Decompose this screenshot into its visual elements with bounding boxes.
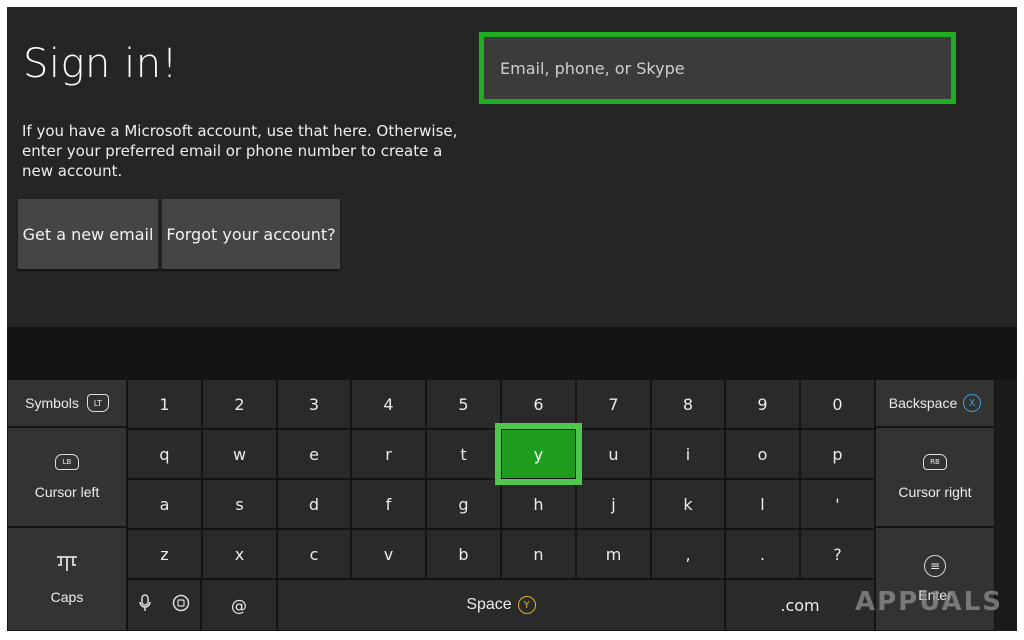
get-new-email-button[interactable]: Get a new email	[18, 199, 158, 269]
cursor-right-label: Cursor right	[898, 484, 972, 500]
symbols-label: Symbols	[25, 395, 79, 411]
key-0-2[interactable]: 3	[277, 379, 351, 429]
key-2-5[interactable]: h	[501, 479, 576, 529]
dotcom-key[interactable]: .com	[725, 579, 875, 631]
key-0-4[interactable]: 5	[426, 379, 501, 429]
email-field-frame	[479, 32, 956, 104]
forgot-account-button[interactable]: Forgot your account?	[162, 199, 340, 269]
key-3-8[interactable]: .	[725, 529, 800, 579]
key-3-4[interactable]: b	[426, 529, 501, 579]
watermark-logo: APPUALS	[855, 587, 1003, 617]
key-3-5[interactable]: n	[501, 529, 576, 579]
key-2-3[interactable]: f	[351, 479, 426, 529]
key-1-7[interactable]: i	[651, 429, 725, 479]
backspace-label: Backspace	[888, 395, 958, 411]
microphone-icon	[138, 594, 151, 616]
space-key[interactable]: Space Y	[277, 579, 725, 631]
key-2-8[interactable]: l	[725, 479, 800, 529]
key-1-2[interactable]: e	[277, 429, 351, 479]
left-bumper-icon: LB	[55, 454, 79, 470]
key-2-6[interactable]: j	[576, 479, 651, 529]
key-3-1[interactable]: x	[202, 529, 277, 579]
key-0-0[interactable]: 1	[127, 379, 202, 429]
key-1-5[interactable]: y	[495, 423, 582, 485]
key-2-4[interactable]: g	[426, 479, 501, 529]
key-2-9[interactable]: '	[800, 479, 875, 529]
backspace-key[interactable]: Backspace X	[875, 379, 995, 427]
key-1-8[interactable]: o	[725, 429, 800, 479]
emoji-icon	[172, 594, 190, 616]
key-1-6[interactable]: u	[576, 429, 651, 479]
menu-button-icon: ≡	[924, 555, 946, 577]
key-2-1[interactable]: s	[202, 479, 277, 529]
cursor-left-label: Cursor left	[34, 484, 100, 500]
email-field[interactable]	[484, 37, 951, 99]
key-2-0[interactable]: a	[127, 479, 202, 529]
cursor-left-key[interactable]: LB Cursor left	[7, 427, 127, 527]
key-1-1[interactable]: w	[202, 429, 277, 479]
key-0-5[interactable]: 6	[501, 379, 576, 429]
key-0-3[interactable]: 4	[351, 379, 426, 429]
dictation-key[interactable]	[127, 579, 201, 631]
key-3-9[interactable]: ?	[800, 529, 875, 579]
x-button-icon: X	[963, 394, 982, 412]
key-2-2[interactable]: d	[277, 479, 351, 529]
key-0-7[interactable]: 8	[651, 379, 725, 429]
right-bumper-icon: RB	[923, 454, 947, 470]
key-0-9[interactable]: 0	[800, 379, 875, 429]
space-label: Space	[466, 596, 512, 613]
key-3-3[interactable]: v	[351, 529, 426, 579]
at-key[interactable]: @	[201, 579, 277, 631]
key-3-0[interactable]: z	[127, 529, 202, 579]
key-3-2[interactable]: c	[277, 529, 351, 579]
signin-panel: Sign in! If you have a Microsoft account…	[7, 7, 1017, 327]
xbox-signin-screen: Sign in! If you have a Microsoft account…	[7, 7, 1017, 631]
caps-label: Caps	[50, 589, 84, 605]
key-2-7[interactable]: k	[651, 479, 725, 529]
symbols-key[interactable]: Symbols LT	[7, 379, 127, 427]
page-title: Sign in!	[23, 41, 179, 87]
key-1-9[interactable]: p	[800, 429, 875, 479]
key-1-4[interactable]: t	[426, 429, 501, 479]
left-trigger-icon: LT	[86, 394, 109, 412]
key-0-1[interactable]: 2	[202, 379, 277, 429]
key-0-8[interactable]: 9	[725, 379, 800, 429]
cursor-right-key[interactable]: RB Cursor right	[875, 427, 995, 527]
key-1-0[interactable]: q	[127, 429, 202, 479]
key-3-7[interactable]: ,	[651, 529, 725, 579]
caps-key[interactable]: Caps	[7, 527, 127, 631]
y-button-icon: Y	[517, 596, 536, 614]
caps-icon	[55, 553, 79, 577]
key-3-6[interactable]: m	[576, 529, 651, 579]
key-0-6[interactable]: 7	[576, 379, 651, 429]
key-1-3[interactable]: r	[351, 429, 426, 479]
signin-description: If you have a Microsoft account, use tha…	[22, 122, 458, 180]
